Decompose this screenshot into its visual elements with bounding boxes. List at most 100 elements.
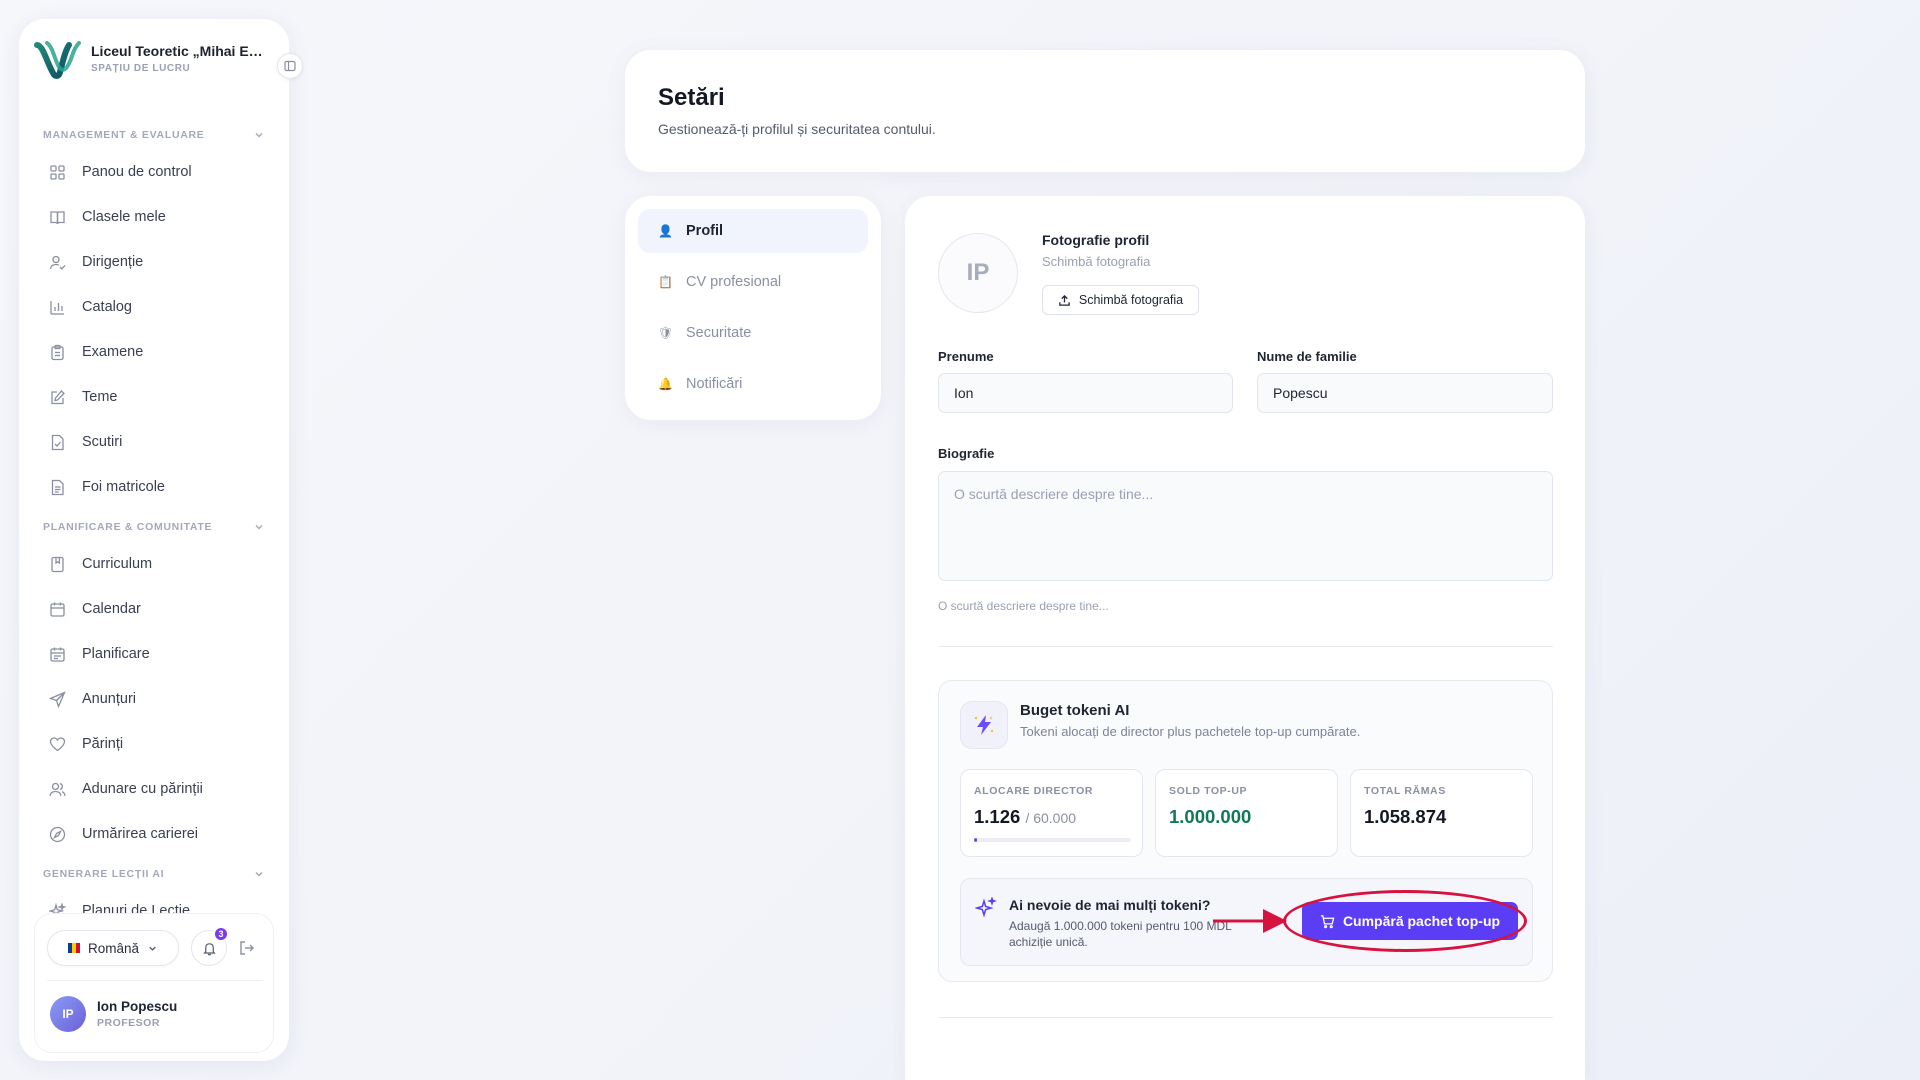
page-title: Setări: [658, 84, 725, 111]
last-name-input[interactable]: [1257, 373, 1553, 413]
profile-settings-panel: IP Fotografie profil Schimbă fotografia …: [905, 196, 1585, 1080]
sidebar-item-label: Adunare cu părinții: [82, 781, 203, 797]
send-icon: [49, 690, 66, 708]
user-icon: 👤: [658, 224, 673, 238]
upload-icon: [1059, 294, 1070, 306]
avatar[interactable]: IP: [50, 996, 86, 1032]
stat-total-remaining: TOTAL RĂMAS 1.058.874: [1350, 769, 1533, 857]
stat-label: TOTAL RĂMAS: [1364, 785, 1446, 797]
sidebar-item-label: Examene: [82, 344, 144, 360]
profile-photo[interactable]: IP: [938, 233, 1018, 313]
photo-subtitle: Schimbă fotografia: [1042, 254, 1151, 269]
notifications-button[interactable]: 3: [191, 926, 229, 966]
cart-icon: [1320, 914, 1335, 928]
sidebar-item-label: Scutiri: [82, 434, 123, 450]
calendar-icon: [50, 602, 65, 617]
section-management[interactable]: MANAGEMENT & EVALUARE: [43, 125, 265, 145]
bar-chart-icon: [50, 300, 64, 315]
sidebar-nav: MANAGEMENT & EVALUARE Panou de control C…: [19, 111, 289, 917]
sidebar-item-label: Planificare: [82, 646, 150, 662]
romania-flag-icon: [67, 943, 80, 953]
sidebar-item-curriculum[interactable]: Curriculum: [43, 546, 265, 582]
divider: [938, 1017, 1553, 1018]
divider: [47, 980, 263, 981]
sidebar-item-homework[interactable]: Teme: [43, 379, 265, 415]
sidebar-item-exams[interactable]: Examene: [43, 334, 265, 370]
sidebar-item-dirigentie[interactable]: Dirigenție: [43, 244, 265, 280]
sidebar-item-classes[interactable]: Clasele mele: [43, 199, 265, 235]
chevron-down-icon: [149, 946, 156, 951]
tab-notifications[interactable]: 🔔 Notificări: [638, 362, 868, 406]
tab-profile[interactable]: 👤 Profil: [638, 209, 868, 253]
sidebar-item-label: Dirigenție: [82, 254, 144, 270]
sidebar-item-exemptions[interactable]: Scutiri: [43, 424, 265, 460]
sidebar-header: Liceul Teoretic „Mihai Emi... SPAȚIU DE …: [19, 19, 303, 91]
school-logo-icon: [34, 41, 81, 79]
sidebar-item-label: Urmărirea carierei: [82, 826, 199, 842]
clipboard-icon: 📋: [658, 275, 673, 289]
heart-icon: [49, 736, 66, 751]
sidebar-footer: Română 3 IP Ion Popescu PROFESOR: [34, 913, 274, 1053]
tab-label: Profil: [686, 223, 724, 239]
photo-title: Fotografie profil: [1042, 232, 1150, 248]
progress-fill: [974, 838, 978, 842]
change-photo-button[interactable]: Schimbă fotografia: [1042, 285, 1199, 315]
calendar-list-icon: [50, 647, 65, 662]
allocated-total: / 60.000: [1025, 810, 1077, 826]
sidebar-item-announcements[interactable]: Anunțuri: [43, 681, 265, 717]
page-subtitle: Gestionează-ți profilul și securitatea c…: [658, 121, 936, 137]
panel-collapse-icon: [284, 60, 296, 72]
chevron-down-icon: [255, 872, 263, 877]
section-planning[interactable]: PLANIFICARE & COMUNITATE: [43, 517, 265, 537]
bio-textarea[interactable]: [938, 471, 1553, 581]
sidebar-item-label: Curriculum: [82, 556, 153, 572]
book-bookmark-icon: [51, 556, 64, 572]
sidebar-item-calendar[interactable]: Calendar: [43, 591, 265, 627]
bio-label: Biografie: [938, 446, 995, 461]
language-label: Română: [87, 940, 140, 956]
sidebar-item-parents[interactable]: Părinți: [43, 726, 265, 762]
bell-icon: 🔔: [658, 377, 673, 391]
allocation-progress-bar: [974, 838, 1131, 842]
users-icon: [49, 782, 66, 796]
topup-offer: Ai nevoie de mai mulți tokeni? Adaugă 1.…: [960, 878, 1533, 966]
page-header: Setări Gestionează-ți profilul și securi…: [625, 50, 1585, 172]
buy-topup-button[interactable]: Cumpără pachet top-up: [1302, 902, 1518, 940]
token-budget-subtitle: Tokeni alocați de director plus pachetel…: [1020, 724, 1361, 739]
user-role: PROFESOR: [97, 1017, 160, 1029]
tab-cv[interactable]: 📋 CV profesional: [638, 260, 868, 304]
change-photo-label: Schimbă fotografia: [1078, 293, 1184, 307]
compass-icon: [49, 826, 66, 842]
ai-token-budget: Buget tokeni AI Tokeni alocați de direct…: [938, 680, 1553, 982]
first-name-input[interactable]: [938, 373, 1233, 413]
stat-topup-balance: SOLD TOP-UP 1.000.000: [1155, 769, 1338, 857]
section-label: GENERARE LECȚII AI: [43, 868, 165, 880]
sidebar-item-records[interactable]: Foi matricole: [43, 469, 265, 505]
language-selector[interactable]: Română: [47, 930, 179, 966]
sidebar-item-catalog[interactable]: Catalog: [43, 289, 265, 325]
sidebar-item-label: Calendar: [82, 601, 141, 617]
sidebar-collapse-button[interactable]: [277, 53, 303, 79]
sidebar-item-parent-meeting[interactable]: Adunare cu părinții: [43, 771, 265, 807]
sidebar-item-label: Părinți: [82, 736, 124, 752]
settings-nav: 👤 Profil 📋 CV profesional 🛡 Securitate 🔔…: [625, 196, 881, 420]
user-name: Ion Popescu: [97, 999, 178, 1014]
user-check-icon: [49, 255, 66, 270]
stat-director-allocation: ALOCARE DIRECTOR 1.126 / 60.000: [960, 769, 1143, 857]
sidebar-item-dashboard[interactable]: Panou de control: [43, 154, 265, 190]
section-label: PLANIFICARE & COMUNITATE: [43, 521, 213, 533]
section-label: MANAGEMENT & EVALUARE: [43, 129, 205, 141]
topup-description: Adaugă 1.000.000 tokeni pentru 100 MDL a…: [1009, 919, 1232, 949]
logout-icon[interactable]: [237, 938, 257, 958]
sidebar-item-label: Anunțuri: [82, 691, 137, 707]
sidebar: Liceul Teoretic „Mihai Emi... SPAȚIU DE …: [19, 19, 303, 1061]
sidebar-item-career[interactable]: Urmărirea carierei: [43, 816, 265, 852]
sidebar-item-planning[interactable]: Planificare: [43, 636, 265, 672]
file-check-icon: [51, 434, 64, 450]
tab-security[interactable]: 🛡 Securitate: [638, 311, 868, 355]
section-ai-lessons[interactable]: GENERARE LECȚII AI: [43, 864, 265, 884]
chevron-down-icon: [255, 525, 263, 530]
clipboard-icon: [51, 344, 64, 360]
stat-value: 1.058.874: [1364, 806, 1447, 827]
sidebar-item-label: Panou de control: [82, 164, 192, 180]
